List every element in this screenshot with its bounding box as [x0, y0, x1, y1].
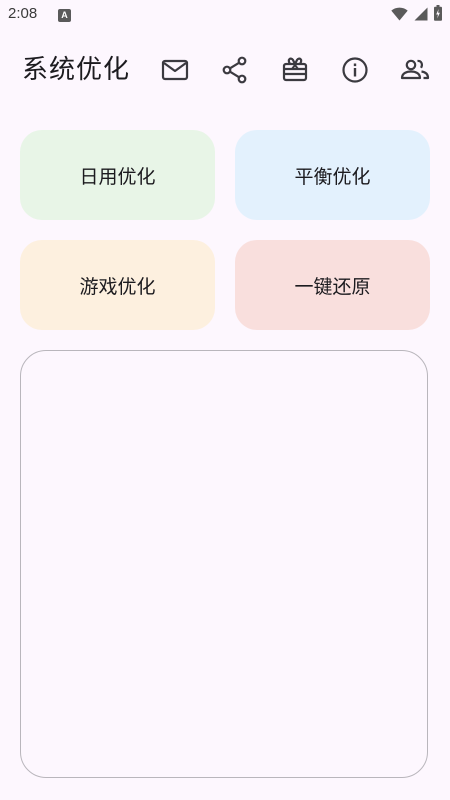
- restore-label: 一键还原: [294, 275, 371, 298]
- battery-icon: [434, 5, 442, 25]
- info-icon: [342, 57, 368, 83]
- status-indicators: [391, 5, 442, 25]
- daily-optimize-button[interactable]: 日用优化: [20, 130, 215, 220]
- output-log-area[interactable]: [20, 350, 428, 778]
- game-optimize-button[interactable]: 游戏优化: [20, 240, 215, 330]
- people-icon: [400, 59, 430, 80]
- people-button[interactable]: [399, 54, 431, 86]
- share-icon: [222, 56, 247, 84]
- mail-icon: [161, 59, 189, 81]
- status-time: 2:08: [8, 5, 38, 22]
- daily-optimize-label: 日用优化: [79, 165, 156, 188]
- gift-button[interactable]: [279, 54, 311, 86]
- app-notification-icon: A: [58, 9, 71, 22]
- gift-icon: [282, 57, 308, 82]
- info-button[interactable]: [339, 54, 371, 86]
- balanced-optimize-button[interactable]: 平衡优化: [235, 130, 430, 220]
- mail-button[interactable]: [159, 54, 191, 86]
- status-bar: 2:08 A: [0, 0, 450, 30]
- page-title: 系统优化: [22, 55, 131, 85]
- app-bar: 系统优化: [0, 40, 450, 100]
- signal-icon: [414, 6, 428, 25]
- share-button[interactable]: [219, 54, 251, 86]
- wifi-icon: [391, 6, 408, 25]
- balanced-optimize-label: 平衡优化: [294, 165, 371, 188]
- restore-button[interactable]: 一键还原: [235, 240, 430, 330]
- game-optimize-label: 游戏优化: [79, 275, 156, 298]
